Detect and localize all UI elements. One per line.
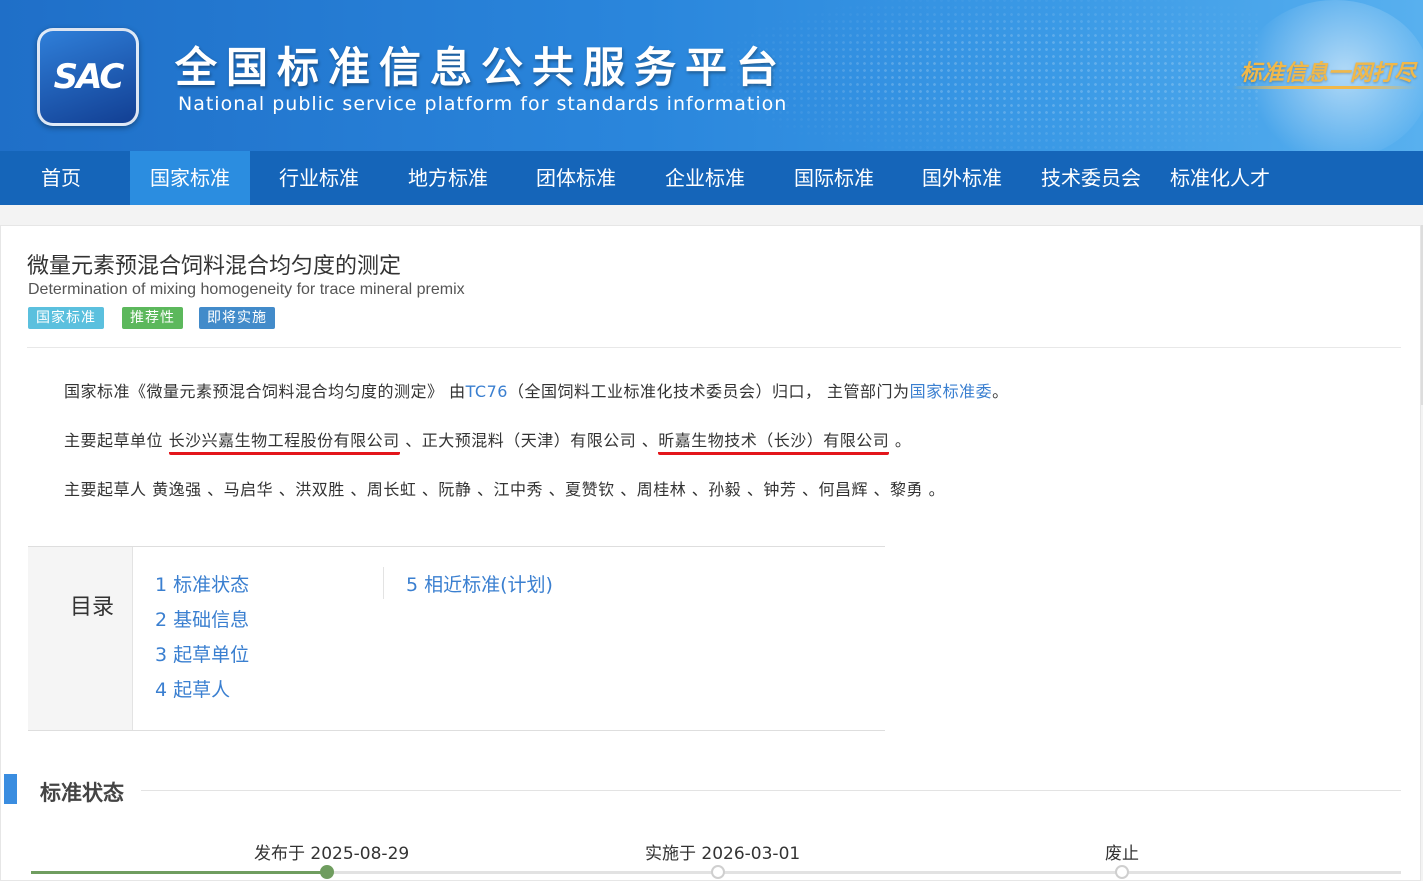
tc76-link[interactable]: TC76 (466, 382, 508, 401)
summary-text: 。 (992, 382, 1009, 401)
timeline-progress (31, 871, 332, 874)
summary-text: 。 (889, 431, 912, 450)
site-title: 全国标准信息公共服务平台 (175, 43, 788, 92)
timeline-label-effective: 实施于 2026-03-01 (645, 844, 801, 864)
toc-text: 基础信息 (173, 609, 250, 631)
main-content: 微量元素预混合饲料混合均匀度的测定 Determination of mixin… (0, 225, 1421, 881)
main-nav: 首页 国家标准 行业标准 地方标准 团体标准 企业标准 国际标准 国外标准 技术… (0, 151, 1423, 205)
nav-item-foreign-standards[interactable]: 国外标准 (902, 151, 1022, 205)
toc-text: 起草人 (173, 679, 231, 701)
summary-line-committee: 国家标准《微量元素预混合饲料混合均匀度的测定》 由TC76（全国饲料工业标准化技… (64, 378, 1009, 402)
title-divider (27, 347, 1401, 348)
toc-item-drafting-units[interactable]: 3 起草单位 (155, 640, 249, 667)
sac-logo[interactable]: SAC (37, 28, 139, 126)
section-rule (141, 790, 1401, 791)
badge-upcoming: 即将实施 (199, 307, 275, 329)
toc-text: 标准状态 (173, 574, 250, 596)
logo-text: SAC (53, 57, 125, 97)
badge-national: 国家标准 (28, 307, 104, 329)
nav-item-local-standards[interactable]: 地方标准 (388, 151, 508, 205)
summary-line-drafting-units: 主要起草单位 长沙兴嘉生物工程股份有限公司 、正大预混料（天津）有限公司 、昕嘉… (64, 427, 912, 455)
toc-text: 起草单位 (173, 644, 250, 666)
summary-text: 主要起草单位 (64, 431, 169, 450)
toc-num: 1 (155, 574, 168, 596)
timeline-dot-effective (711, 865, 725, 879)
toc-text: 相近标准(计划) (424, 574, 553, 596)
nav-item-national-standards[interactable]: 国家标准 (130, 151, 250, 205)
toc-num: 3 (155, 644, 168, 666)
toc-label-panel: 目录 (28, 547, 133, 730)
nav-item-talent[interactable]: 标准化人才 (1160, 151, 1280, 205)
summary-text: （全国饲料工业标准化技术委员会）归口， 主管部门为 (507, 382, 910, 401)
timeline-dot-abolished (1115, 865, 1129, 879)
toc-num: 2 (155, 609, 168, 631)
toc-item-basic-info[interactable]: 2 基础信息 (155, 605, 249, 632)
toc-num: 5 (406, 574, 419, 596)
table-of-contents: 目录 1 标准状态 2 基础信息 3 起草单位 4 起草人 5 相近标准(计划) (28, 546, 885, 731)
nav-item-international-standards[interactable]: 国际标准 (774, 151, 894, 205)
standard-title-en: Determination of mixing homogeneity for … (28, 281, 465, 298)
toc-num: 4 (155, 679, 168, 701)
section-marker (4, 774, 17, 804)
drafting-unit-1: 长沙兴嘉生物工程股份有限公司 (168, 431, 400, 455)
nav-item-tech-committees[interactable]: 技术委员会 (1031, 151, 1151, 205)
slogan: 标准信息一网打尽 (1240, 60, 1417, 86)
toc-separator (383, 567, 384, 599)
slogan-underline (1232, 86, 1417, 89)
summary-line-drafters: 主要起草人 黄逸强 、马启华 、洪双胜 、周长虹 、阮静 、江中秀 、夏赞钦 、… (64, 480, 946, 499)
section-title-status: 标准状态 (40, 781, 124, 805)
standard-title: 微量元素预混合饲料混合均匀度的测定 (27, 254, 402, 279)
nav-item-group-standards[interactable]: 团体标准 (516, 151, 636, 205)
nav-item-home[interactable]: 首页 (0, 151, 122, 205)
badge-recommended: 推荐性 (122, 307, 183, 329)
toc-item-drafters[interactable]: 4 起草人 (155, 675, 230, 702)
nav-item-industry-standards[interactable]: 行业标准 (259, 151, 379, 205)
toc-label: 目录 (70, 595, 115, 620)
nav-item-enterprise-standards[interactable]: 企业标准 (645, 151, 765, 205)
dept-link[interactable]: 国家标准委 (910, 382, 993, 401)
header-banner: SAC 全国标准信息公共服务平台 National public service… (0, 0, 1423, 151)
drafting-unit-3: 昕嘉生物技术（长沙）有限公司 (658, 431, 890, 455)
summary-text: 国家标准《微量元素预混合饲料混合均匀度的测定》 由 (64, 382, 466, 401)
site-subtitle: National public service platform for sta… (178, 93, 788, 115)
toc-item-similar-standards[interactable]: 5 相近标准(计划) (406, 570, 553, 597)
timeline-label-abolished: 废止 (1105, 844, 1139, 864)
timeline-label-published: 发布于 2025-08-29 (254, 844, 410, 864)
summary-text: 、正大预混料（天津）有限公司 、 (399, 431, 659, 450)
timeline-dot-published (320, 865, 334, 879)
toc-item-status[interactable]: 1 标准状态 (155, 570, 249, 597)
